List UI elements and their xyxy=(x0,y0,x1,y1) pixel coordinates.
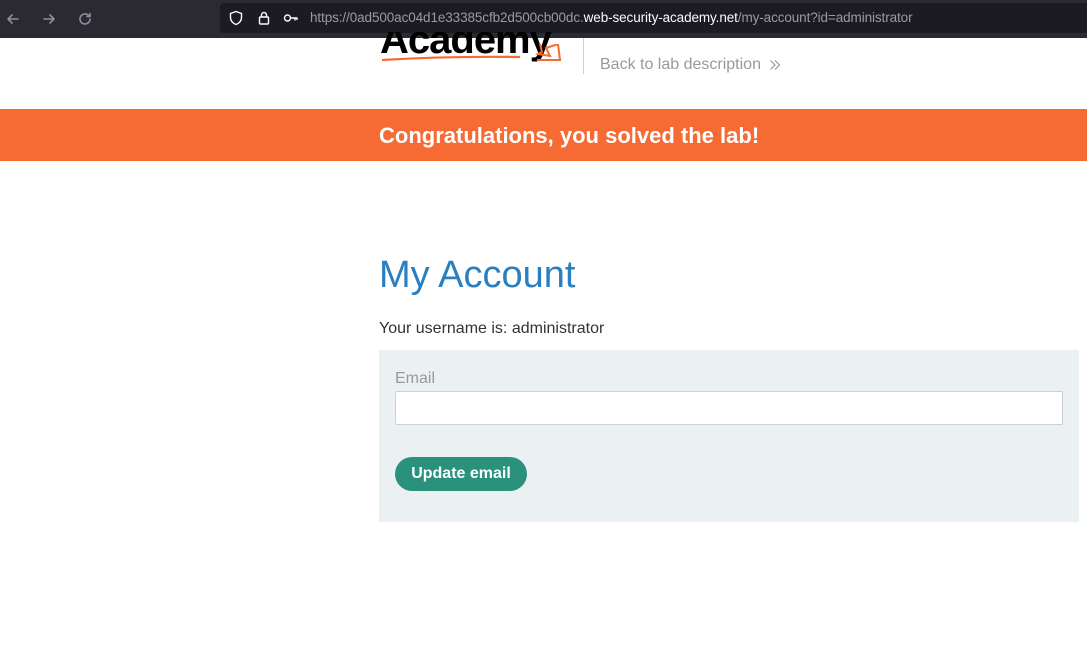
address-bar[interactable]: https://0ad500ac04d1e33385cfb2d500cb00dc… xyxy=(220,3,1087,33)
email-input[interactable] xyxy=(395,391,1063,425)
solved-banner-text: Congratulations, you solved the lab! xyxy=(379,123,760,148)
reload-icon xyxy=(79,12,91,25)
back-link-label: Back to lab description xyxy=(600,56,761,73)
forward-arrow-icon xyxy=(43,14,55,24)
update-email-form: Email Update email xyxy=(379,350,1079,522)
lock-icon[interactable] xyxy=(256,10,272,26)
url-text[interactable]: https://0ad500ac04d1e33385cfb2d500cb00dc… xyxy=(310,10,913,25)
header-divider xyxy=(583,38,584,74)
key-icon[interactable] xyxy=(283,10,299,26)
back-button[interactable] xyxy=(2,8,24,30)
email-label: Email xyxy=(395,370,436,387)
site-header: Academy Back to lab description xyxy=(0,32,1087,109)
update-email-button[interactable]: Update email xyxy=(395,457,527,491)
url-path: /my-account?id=administrator xyxy=(737,10,913,25)
reload-button[interactable] xyxy=(74,8,96,30)
academy-logo[interactable]: Academy xyxy=(380,32,565,62)
solved-banner: Congratulations, you solved the lab! xyxy=(0,109,1087,161)
url-prefix: https://0ad500ac04d1e33385cfb2d500cb00dc… xyxy=(310,10,584,25)
logo-swoosh xyxy=(381,44,562,62)
back-to-lab-link[interactable]: Back to lab description xyxy=(600,56,781,74)
url-host: web-security-academy.net xyxy=(583,10,738,25)
back-arrow-icon xyxy=(7,14,19,24)
page-title: My Account xyxy=(379,254,576,296)
double-chevron-right-icon xyxy=(770,60,781,70)
forward-button[interactable] xyxy=(38,8,60,30)
username-line: Your username is: administrator xyxy=(379,320,605,337)
shield-icon[interactable] xyxy=(228,10,244,26)
